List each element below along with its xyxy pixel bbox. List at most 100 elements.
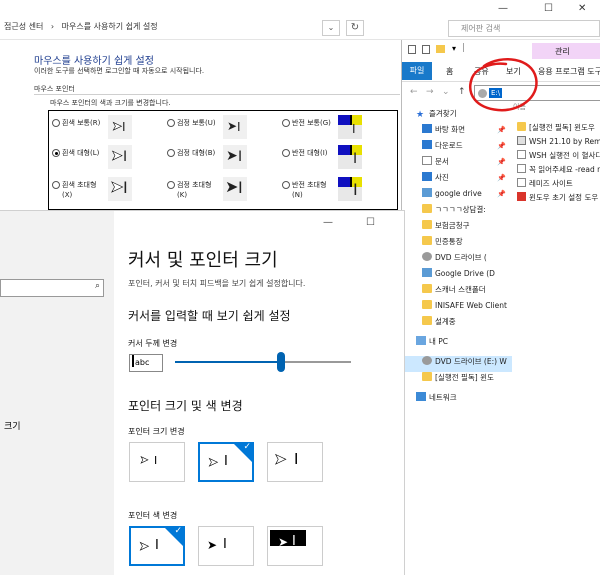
file-row[interactable]: WSH 21.10 by Remiz — [513, 136, 600, 150]
back-arrow-icon[interactable]: ← — [410, 87, 418, 97]
pin-icon[interactable]: 📌 — [497, 142, 506, 150]
pointer-color-white[interactable]: ✓ ➤ I — [129, 526, 185, 566]
annotation-circle — [469, 58, 538, 112]
tree-item[interactable]: 다운로드 📌 — [402, 140, 512, 156]
tree-item[interactable]: [실행전 필독] 윈도 — [402, 372, 512, 388]
drive-icon — [422, 268, 432, 277]
scheme-black-large[interactable]: 검정 대형(B) ➤ I — [167, 143, 282, 171]
file-row[interactable]: 꼭 읽어주세요 -read n — [513, 164, 600, 178]
search-placeholder: 제어판 검색 — [461, 24, 501, 33]
minimize-icon[interactable]: — — [498, 3, 508, 14]
pointer-preview: ➤ I — [108, 177, 132, 201]
scheme-inverted-large[interactable]: 반전 대형(I) I — [282, 143, 397, 171]
breadcrumb-item[interactable]: 접근성 센터 — [4, 22, 43, 31]
tab-file[interactable]: 파일 — [402, 62, 432, 80]
tree-item[interactable]: 설계중 — [402, 316, 512, 332]
file-row[interactable]: 윈도우 초기 설정 도우 — [513, 192, 600, 206]
document-icon[interactable] — [422, 45, 430, 54]
chevron-down-icon[interactable]: ⌄ — [442, 87, 450, 97]
radio-button[interactable] — [167, 181, 175, 189]
scheme-inverted-normal[interactable]: 반전 보통(G) I — [282, 113, 397, 141]
tree-item[interactable]: 보험금청구 — [402, 220, 512, 236]
check-icon: ✓ — [174, 526, 182, 536]
tree-item[interactable]: 내 PC — [402, 336, 512, 352]
folder-icon[interactable] — [436, 45, 445, 53]
radio-button[interactable] — [52, 181, 60, 189]
tree-item[interactable]: 사진 📌 — [402, 172, 512, 188]
tree-item[interactable]: 문서 📌 — [402, 156, 512, 172]
radio-button[interactable] — [167, 119, 175, 127]
maximize-icon[interactable]: ☐ — [366, 217, 375, 228]
pointer-color-label: 포인터 색 변경 — [128, 511, 178, 520]
pin-icon[interactable]: 📌 — [497, 158, 506, 166]
tree-item[interactable]: google drive 📌 — [402, 188, 512, 204]
chevron-down-icon[interactable]: ⌄ — [322, 20, 340, 36]
close-icon[interactable]: ✕ — [578, 3, 586, 14]
pin-icon[interactable]: 📌 — [497, 126, 506, 134]
tree-item-label: 문서 — [435, 157, 449, 166]
scheme-black-normal[interactable]: 검정 보통(U) ➤ I — [167, 113, 282, 141]
radio-button[interactable] — [167, 149, 175, 157]
settings-window: ⌕ 크기 — ☐ 커서 및 포인터 크기 포인터, 커서 및 터치 피드백을 보… — [0, 210, 405, 575]
tree-item[interactable]: ㄱㄱㄱㄱ상담결: — [402, 204, 512, 220]
radio-button[interactable] — [52, 119, 60, 127]
radio-button[interactable] — [282, 149, 290, 157]
slider-thumb[interactable] — [276, 352, 285, 372]
pointer-color-black[interactable]: ➤ I — [198, 526, 254, 566]
chevron-down-icon[interactable]: ▾ — [452, 44, 456, 53]
tree-item[interactable]: Google Drive (D — [402, 268, 512, 284]
breadcrumb-item[interactable]: 마우스를 사용하기 쉽게 설정 — [62, 22, 158, 31]
forward-arrow-icon[interactable]: → — [426, 87, 434, 97]
pointer-color-inverted[interactable]: ➤ I — [267, 526, 323, 566]
pointer-arrow-icon: ➤ — [278, 535, 289, 549]
tree-item[interactable]: 스캐너 스캔폴더 — [402, 284, 512, 300]
pointer-arrow-icon: ➤ — [207, 538, 218, 552]
breadcrumb: 접근성 센터 › 마우스를 사용하기 쉽게 설정 — [4, 21, 163, 32]
tree-item-label: 바탕 화면 — [435, 125, 465, 134]
scheme-label: 흰색 보통(R) — [62, 119, 101, 127]
text-cursor-icon: I — [223, 537, 227, 552]
radio-button[interactable] — [52, 149, 60, 157]
tree-item[interactable]: DVD 드라이브 ( — [402, 252, 512, 268]
sidebar-item-size[interactable]: 크기 — [4, 419, 21, 432]
file-row[interactable]: 레미즈 사이트 — [513, 178, 600, 192]
radio-button[interactable] — [282, 181, 290, 189]
scheme-white-large[interactable]: 흰색 대형(L) ➤ I — [52, 143, 167, 171]
tab-app-tools[interactable]: 응용 프로그램 도구 — [538, 66, 600, 77]
tree-item[interactable]: 네트워크 — [402, 392, 512, 408]
doc-icon — [517, 164, 526, 173]
slider-fill — [175, 361, 281, 363]
search-input[interactable]: 제어판 검색 — [448, 20, 600, 37]
tree-item-label: google drive — [435, 189, 482, 198]
radio-button[interactable] — [282, 119, 290, 127]
tree-item[interactable]: 바탕 화면 📌 — [402, 124, 512, 140]
pin-icon[interactable]: 📌 — [497, 190, 506, 198]
scheme-white-xlarge[interactable]: 흰색 초대형 (X) ➤ I — [52, 175, 167, 203]
properties-icon[interactable] — [408, 45, 416, 54]
tab-home[interactable]: 홈 — [446, 66, 453, 77]
tree-item-label: 보험금청구 — [435, 221, 470, 230]
pointer-preview: I — [338, 177, 362, 201]
pointer-size-large[interactable]: ➤ I — [267, 442, 323, 482]
pointer-size-small[interactable]: ➤ I — [129, 442, 185, 482]
tree-item[interactable]: INISAFE Web Client — [402, 300, 512, 316]
tree-item-label: 네트워크 — [429, 393, 457, 402]
page-title: 마우스를 사용하기 쉽게 설정 — [34, 56, 154, 67]
pc-icon — [416, 336, 426, 345]
minimize-icon[interactable]: — — [323, 217, 333, 228]
settings-search-input[interactable]: ⌕ — [0, 279, 104, 297]
refresh-icon[interactable]: ↻ — [346, 20, 364, 36]
scheme-black-xlarge[interactable]: 검정 초대형 (K) ➤ I — [167, 175, 282, 203]
maximize-icon[interactable]: ☐ — [544, 3, 553, 14]
scheme-white-normal[interactable]: 흰색 보통(R) ➤ I — [52, 113, 167, 141]
scheme-inverted-xlarge[interactable]: 반전 초대형 (N) I — [282, 175, 397, 203]
address-bar[interactable]: 접근성 센터 › 마우스를 사용하기 쉽게 설정 ⌄ ↻ 제어판 검색 — [0, 18, 600, 40]
file-row[interactable]: WSH 실행전 이 혈사다 — [513, 150, 600, 164]
tab-manage[interactable]: 관리 — [555, 46, 570, 57]
pointer-size-medium[interactable]: ✓ ➤ I — [198, 442, 254, 482]
pin-icon[interactable]: 📌 — [497, 174, 506, 182]
tree-item[interactable]: DVD 드라이브 (E:) W — [402, 356, 512, 372]
cursor-thickness-slider[interactable] — [175, 361, 351, 363]
file-row[interactable]: [실행전 필독] 윈도우 — [513, 122, 600, 136]
tree-item[interactable]: 민증통장 — [402, 236, 512, 252]
